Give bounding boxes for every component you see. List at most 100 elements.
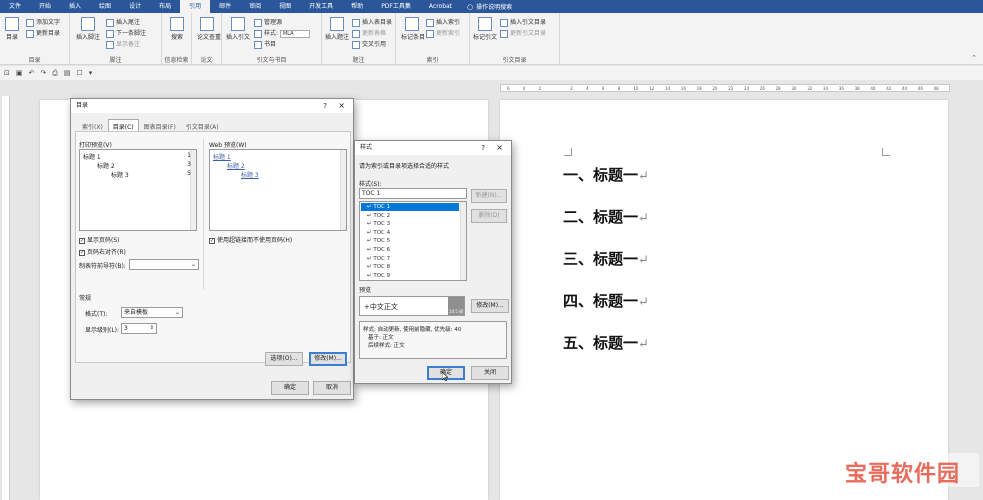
style-modify-button[interactable]: 修改(M)... (471, 299, 509, 313)
new-style-button[interactable]: 新建(N)... (471, 189, 507, 203)
ruler-tick: 8 (617, 86, 621, 91)
margin-corner (882, 148, 890, 156)
ribbon-tab[interactable]: 视图 (270, 0, 300, 13)
use-hyperlinks-checkbox[interactable]: ✓ 使用超链接而不使用页码(H) (209, 235, 292, 244)
redo-icon[interactable]: ↷ (40, 69, 46, 77)
formats-select[interactable]: 来自模板 ⌄ (121, 307, 183, 318)
ribbon-tab[interactable]: 开始 (30, 0, 60, 13)
style-name-input[interactable]: TOC 1 (359, 188, 467, 199)
toc-cancel-button[interactable]: 取消 (313, 381, 351, 395)
ribbon-tab[interactable]: 帮助 (342, 0, 372, 13)
close-icon[interactable]: × (496, 141, 503, 155)
collapse-ribbon-icon[interactable]: ⌃ (971, 54, 977, 62)
autosave-icon[interactable]: ⊡ (4, 69, 10, 77)
update-toc-button[interactable]: 更新目录 (26, 28, 60, 38)
paper-check-button[interactable]: 论文查重 (197, 15, 221, 41)
insert-footnote-button[interactable]: 插入脚注 (74, 15, 102, 41)
touch-mode-icon[interactable]: ☐ (76, 69, 82, 77)
toc-dialog-titlebar[interactable]: 目录 ? × (71, 99, 353, 113)
print-icon[interactable]: ⎙ (52, 69, 58, 78)
format-icon[interactable]: ▤ (64, 69, 71, 77)
ribbon-tab[interactable]: 布局 (150, 0, 180, 13)
ruler-tick: 26 (759, 86, 765, 91)
insert-caption-button[interactable]: 插入题注 (325, 15, 349, 41)
customize-qat-icon[interactable]: ▾ (89, 69, 93, 77)
heading-paragraph[interactable]: 二、标题一↵ (563, 206, 649, 227)
web-preview-box: 标题 1 标题 2 标题 3 (209, 149, 347, 231)
tell-me-search[interactable]: 操作说明搜索 (476, 2, 512, 11)
caption-icon (330, 17, 344, 31)
right-align-checkbox[interactable]: ✓ 页码右对齐(R) (79, 247, 126, 256)
style-list-scrollbar[interactable] (460, 202, 466, 280)
show-levels-stepper[interactable]: 3 ⇕ (121, 323, 157, 334)
help-icon[interactable]: ? (481, 141, 485, 155)
cross-reference-button[interactable]: 交叉引用 (352, 39, 386, 49)
insert-toa-button[interactable]: 插入引文目录 (500, 17, 546, 27)
update-toa-button[interactable]: 更新引文目录 (500, 28, 546, 38)
mark-entry-button[interactable]: 标记条目 (401, 15, 425, 41)
show-notes-button[interactable]: 显示备注 (106, 39, 140, 49)
ribbon-tab[interactable]: PDF工具集 (372, 0, 420, 13)
heading-paragraph[interactable]: 四、标题一↵ (563, 290, 649, 311)
options-button[interactable]: 选项(O)... (265, 352, 303, 366)
ruler-tick: 36 (838, 86, 844, 91)
ribbon-tab[interactable]: 插入 (60, 0, 90, 13)
bibliography-button[interactable]: 书目 (254, 39, 276, 49)
vertical-ruler[interactable] (2, 96, 10, 500)
insert-citation-button[interactable]: 插入引文 (226, 15, 250, 41)
horizontal-ruler[interactable]: 6 4 2 2 4 6 8 10 12 14 16 18 20 22 24 26 28 30 32 34 36 38 40 4… (500, 84, 950, 92)
save-icon[interactable]: ▣ (16, 69, 23, 77)
add-text-button[interactable]: 添加文字 (26, 17, 60, 27)
manage-sources-button[interactable]: 管理源 (254, 17, 282, 27)
heading-paragraph[interactable]: 三、标题一↵ (563, 248, 649, 269)
mark-citation-button[interactable]: 标记引文 (473, 15, 497, 41)
insert-endnote-button[interactable]: 插入尾注 (106, 17, 140, 27)
style-list-item[interactable]: ↵ TOC 4 (361, 229, 459, 237)
ribbon-tab[interactable]: 引用 (180, 0, 211, 13)
ribbon-tab[interactable]: 设计 (120, 0, 150, 13)
style-list-item[interactable]: ↵ TOC 7 (361, 255, 459, 263)
toc-ok-button[interactable]: 确定 (271, 381, 309, 395)
ribbon-tab[interactable]: 审阅 (240, 0, 270, 13)
ruler-tick: 34 (823, 86, 829, 91)
tab-leader-select[interactable]: ⌄ (129, 259, 199, 270)
close-icon[interactable]: × (338, 99, 345, 113)
update-table-button[interactable]: 更新表格 (352, 28, 386, 38)
style-close-button[interactable]: 关闭 (471, 366, 509, 380)
style-list-item[interactable]: ↵ TOC 6 (361, 246, 459, 254)
style-item-label: TOC 4 (373, 229, 391, 236)
checkbox-checked-icon: ✓ (79, 249, 85, 256)
insert-index-button[interactable]: 插入索引 (426, 17, 460, 27)
style-list-item[interactable]: ↵ TOC 2 (361, 212, 459, 220)
print-preview-box: 标题 1 1 标题 2 3 标题 3 5 (79, 149, 197, 231)
next-footnote-button[interactable]: 下一条脚注 (106, 28, 146, 38)
update-index-button[interactable]: 更新索引 (426, 28, 460, 38)
toc-button[interactable]: 目录 (3, 15, 21, 41)
entry-text: 标题 2 (97, 163, 115, 170)
style-list-item[interactable]: ↵ TOC 8 (361, 263, 459, 271)
help-icon[interactable]: ? (323, 99, 327, 113)
heading-paragraph[interactable]: 一、标题一↵ (563, 164, 649, 185)
preview-label: 预览 (359, 287, 372, 294)
ribbon-tab[interactable]: 绘图 (90, 0, 120, 13)
ribbon-tab[interactable]: 邮件 (210, 0, 240, 13)
style-list-item[interactable]: ↵ TOC 9 (361, 272, 459, 280)
undo-icon[interactable]: ↶ (29, 69, 35, 77)
style-list-item[interactable]: ↵ TOC 1 (361, 203, 459, 211)
web-preview-scrollbar[interactable] (340, 150, 346, 230)
style-list[interactable]: ↵ TOC 1 ↵ TOC 2 ↵ TOC 3 ↵ TOC 4 ↵ TOC 5 ↵ TOC… (359, 201, 467, 281)
table-of-figures-icon (352, 18, 360, 27)
citation-style-select[interactable]: 样式: MLA (254, 28, 310, 38)
heading-paragraph[interactable]: 五、标题一↵ (563, 332, 649, 353)
ribbon-tab[interactable]: 开发工具 (300, 0, 342, 13)
style-list-item[interactable]: ↵ TOC 3 (361, 220, 459, 228)
show-page-numbers-checkbox[interactable]: ✓ 显示页码(S) (79, 235, 120, 244)
style-dialog-titlebar[interactable]: 样式 ? × (355, 141, 511, 155)
search-button[interactable]: 搜索 (168, 15, 186, 41)
toc-modify-button[interactable]: 修改(M)... (309, 352, 347, 366)
insert-tof-button[interactable]: 插入表目录 (352, 17, 392, 27)
ribbon-tab[interactable]: 文件 (0, 0, 30, 13)
style-list-item[interactable]: ↵ TOC 5 (361, 237, 459, 245)
ribbon-tab[interactable]: Acrobat (420, 0, 461, 13)
delete-style-button[interactable]: 删除(D) (471, 209, 507, 223)
